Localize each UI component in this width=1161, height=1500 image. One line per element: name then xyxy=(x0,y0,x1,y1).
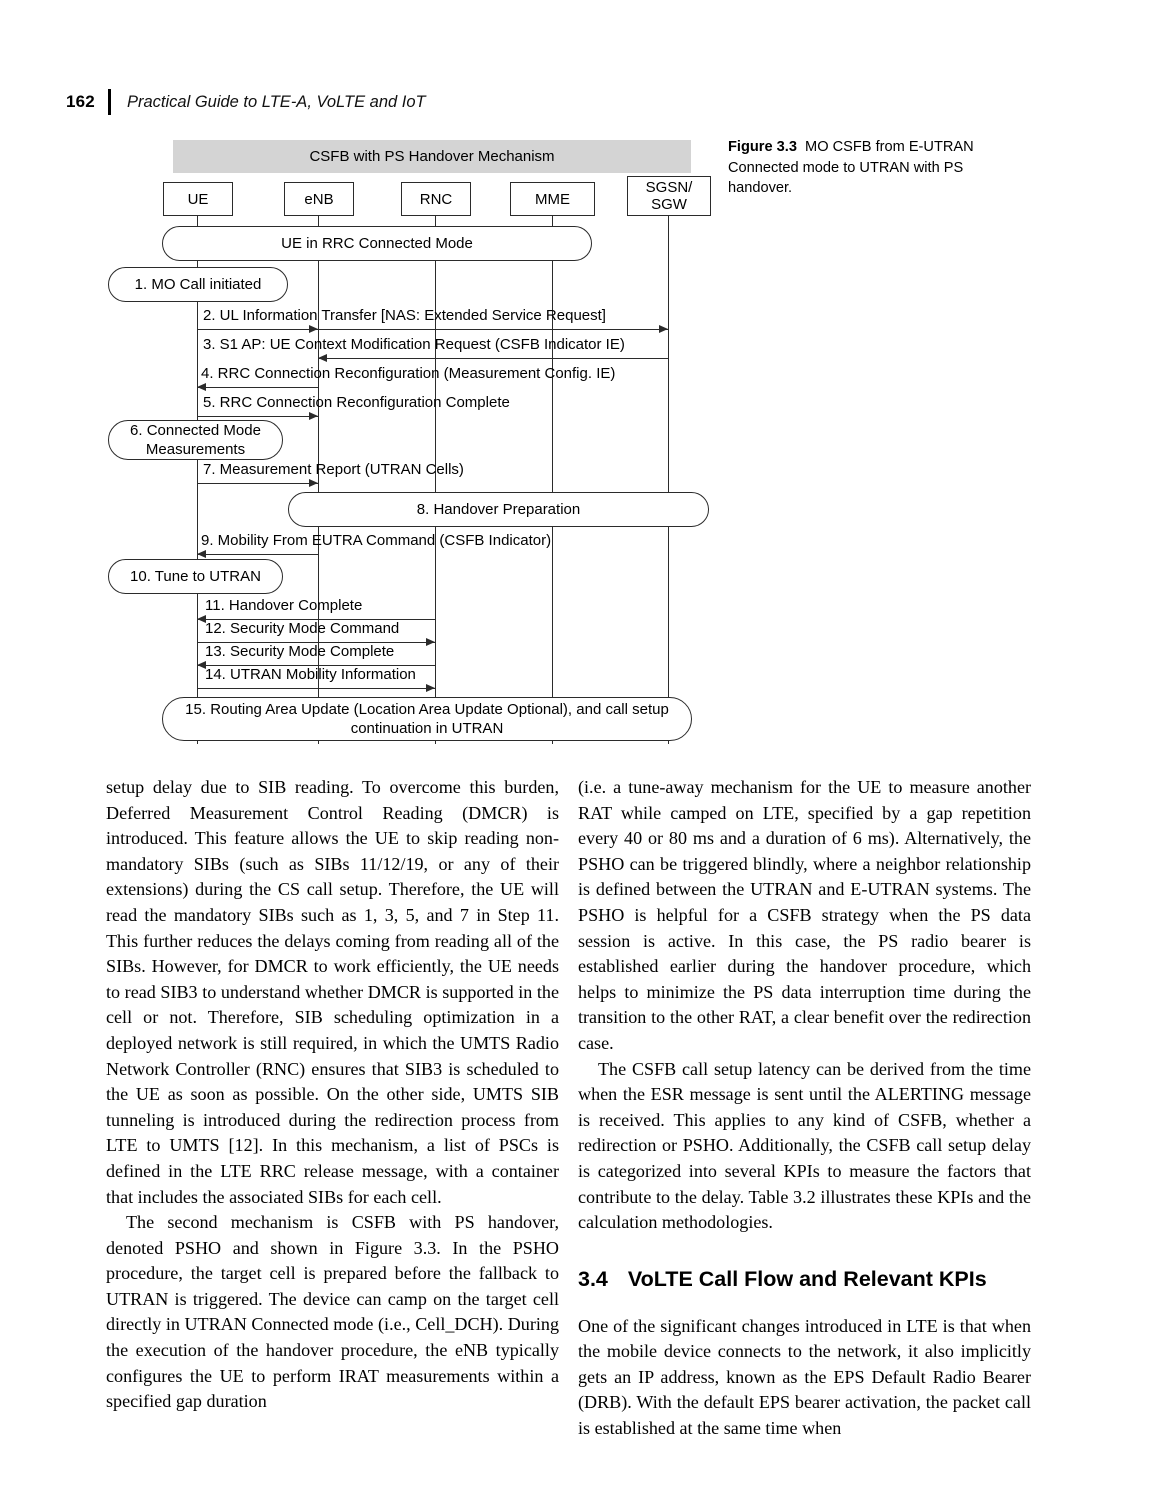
message-12-arrowhead xyxy=(426,638,435,646)
actor-sgsn-label: SGSN/ xyxy=(645,179,693,196)
lifeline-mme xyxy=(552,216,554,744)
step-6-connected-mode-measurements: 6. Connected Mode Measurements xyxy=(108,420,283,460)
actor-mme: MME xyxy=(510,182,595,216)
message-3-arrowhead xyxy=(318,354,327,362)
message-5-label: 5. RRC Connection Reconfiguration Comple… xyxy=(203,394,510,411)
step-10-tune-to-utran: 10. Tune to UTRAN xyxy=(108,559,283,594)
diagram-title-band: CSFB with PS Handover Mechanism xyxy=(173,140,691,173)
sequence-diagram: CSFB with PS Handover Mechanism UE eNB R… xyxy=(105,132,715,744)
actor-sgw-label: SGW xyxy=(651,196,687,213)
step-6-label-line1: 6. Connected Mode xyxy=(130,422,261,439)
message-2-arrowhead-mme xyxy=(659,325,668,333)
band-handover-preparation: 8. Handover Preparation xyxy=(288,492,709,527)
message-2-line xyxy=(197,329,668,331)
message-5-line xyxy=(197,416,319,418)
figure-caption: Figure 3.3 MO CSFB from E-UTRAN Connecte… xyxy=(728,137,1028,199)
band-handover-preparation-label: 8. Handover Preparation xyxy=(416,501,581,518)
message-7-label: 7. Measurement Report (UTRAN Cells) xyxy=(203,461,464,478)
message-7-line xyxy=(197,483,319,485)
step-1-mo-call-initiated: 1. MO Call initiated xyxy=(108,267,288,302)
band-rrc-connected-mode-label: UE in RRC Connected Mode xyxy=(281,235,473,252)
running-head: 162 Practical Guide to LTE-A, VoLTE and … xyxy=(66,88,426,116)
paragraph-left-2: The second mechanism is CSFB with PS han… xyxy=(106,1212,559,1412)
figure-3-3: Figure 3.3 MO CSFB from E-UTRAN Connecte… xyxy=(0,132,1161,752)
band-routing-area-update-line2: continuation in UTRAN xyxy=(350,720,504,737)
band-routing-area-update-line1: 15. Routing Area Update (Location Area U… xyxy=(185,701,669,718)
message-7-arrowhead xyxy=(309,479,318,487)
message-4-label: 4. RRC Connection Reconfiguration (Measu… xyxy=(201,365,616,382)
body-column-right: (i.e. a tune-away mechanism for the UE t… xyxy=(578,775,1031,1442)
running-title: Practical Guide to LTE-A, VoLTE and IoT xyxy=(126,92,426,111)
actor-sgsn-sgw: SGSN/ SGW xyxy=(627,176,711,216)
step-1-label: 1. MO Call initiated xyxy=(134,276,262,293)
actor-enb: eNB xyxy=(284,182,354,216)
paragraph-right-1: (i.e. a tune-away mechanism for the UE t… xyxy=(578,777,1031,1053)
page-number: 162 xyxy=(66,92,95,111)
paragraph-left-1: setup delay due to SIB reading. To overc… xyxy=(106,777,559,1207)
paragraph-right-3: One of the significant changes introduce… xyxy=(578,1315,1031,1439)
actor-mme-label: MME xyxy=(535,190,570,208)
actor-rnc-label: RNC xyxy=(419,190,453,208)
step-10-label: 10. Tune to UTRAN xyxy=(130,568,261,585)
actor-ue: UE xyxy=(163,182,233,216)
message-3-line xyxy=(318,358,668,360)
message-14-arrowhead xyxy=(426,684,435,692)
band-rrc-connected-mode: UE in RRC Connected Mode xyxy=(162,226,592,261)
figure-caption-number: Figure 3.3 xyxy=(728,139,797,155)
message-13-label: 13. Security Mode Complete xyxy=(205,643,395,660)
section-title: VoLTE Call Flow and Relevant KPIs xyxy=(627,1266,987,1291)
message-4-arrowhead xyxy=(197,383,206,391)
band-routing-area-update: 15. Routing Area Update (Location Area U… xyxy=(162,697,692,741)
lifeline-sgsn xyxy=(668,216,670,744)
message-3-label: 3. S1 AP: UE Context Modification Reques… xyxy=(203,336,625,353)
message-4-line xyxy=(197,387,319,389)
actor-rnc: RNC xyxy=(401,182,471,216)
actor-ue-label: UE xyxy=(187,190,209,208)
message-11-label: 11. Handover Complete xyxy=(205,597,363,614)
message-14-line xyxy=(197,688,436,690)
body-column-left: setup delay due to SIB reading. To overc… xyxy=(106,775,559,1415)
message-14-label: 14. UTRAN Mobility Information xyxy=(205,666,416,683)
message-9-arrowhead xyxy=(197,550,206,558)
message-5-arrowhead xyxy=(309,412,318,420)
diagram-title-text: CSFB with PS Handover Mechanism xyxy=(309,148,555,165)
message-12-label: 12. Security Mode Command xyxy=(205,620,400,637)
message-9-label: 9. Mobility From EUTRA Command (CSFB Ind… xyxy=(201,532,552,549)
section-number: 3.4 xyxy=(578,1266,608,1291)
message-9-line xyxy=(197,554,319,556)
step-6-label-line2: Measurements xyxy=(145,441,246,458)
section-heading: 3.4 VoLTE Call Flow and Relevant KPIs xyxy=(578,1266,1031,1292)
actor-enb-label: eNB xyxy=(304,190,334,208)
message-2-label: 2. UL Information Transfer [NAS: Extende… xyxy=(203,307,606,324)
paragraph-right-2: The CSFB call setup latency can be deriv… xyxy=(578,1058,1031,1233)
message-2-arrowhead-enb xyxy=(309,325,318,333)
folio-divider xyxy=(107,89,111,115)
